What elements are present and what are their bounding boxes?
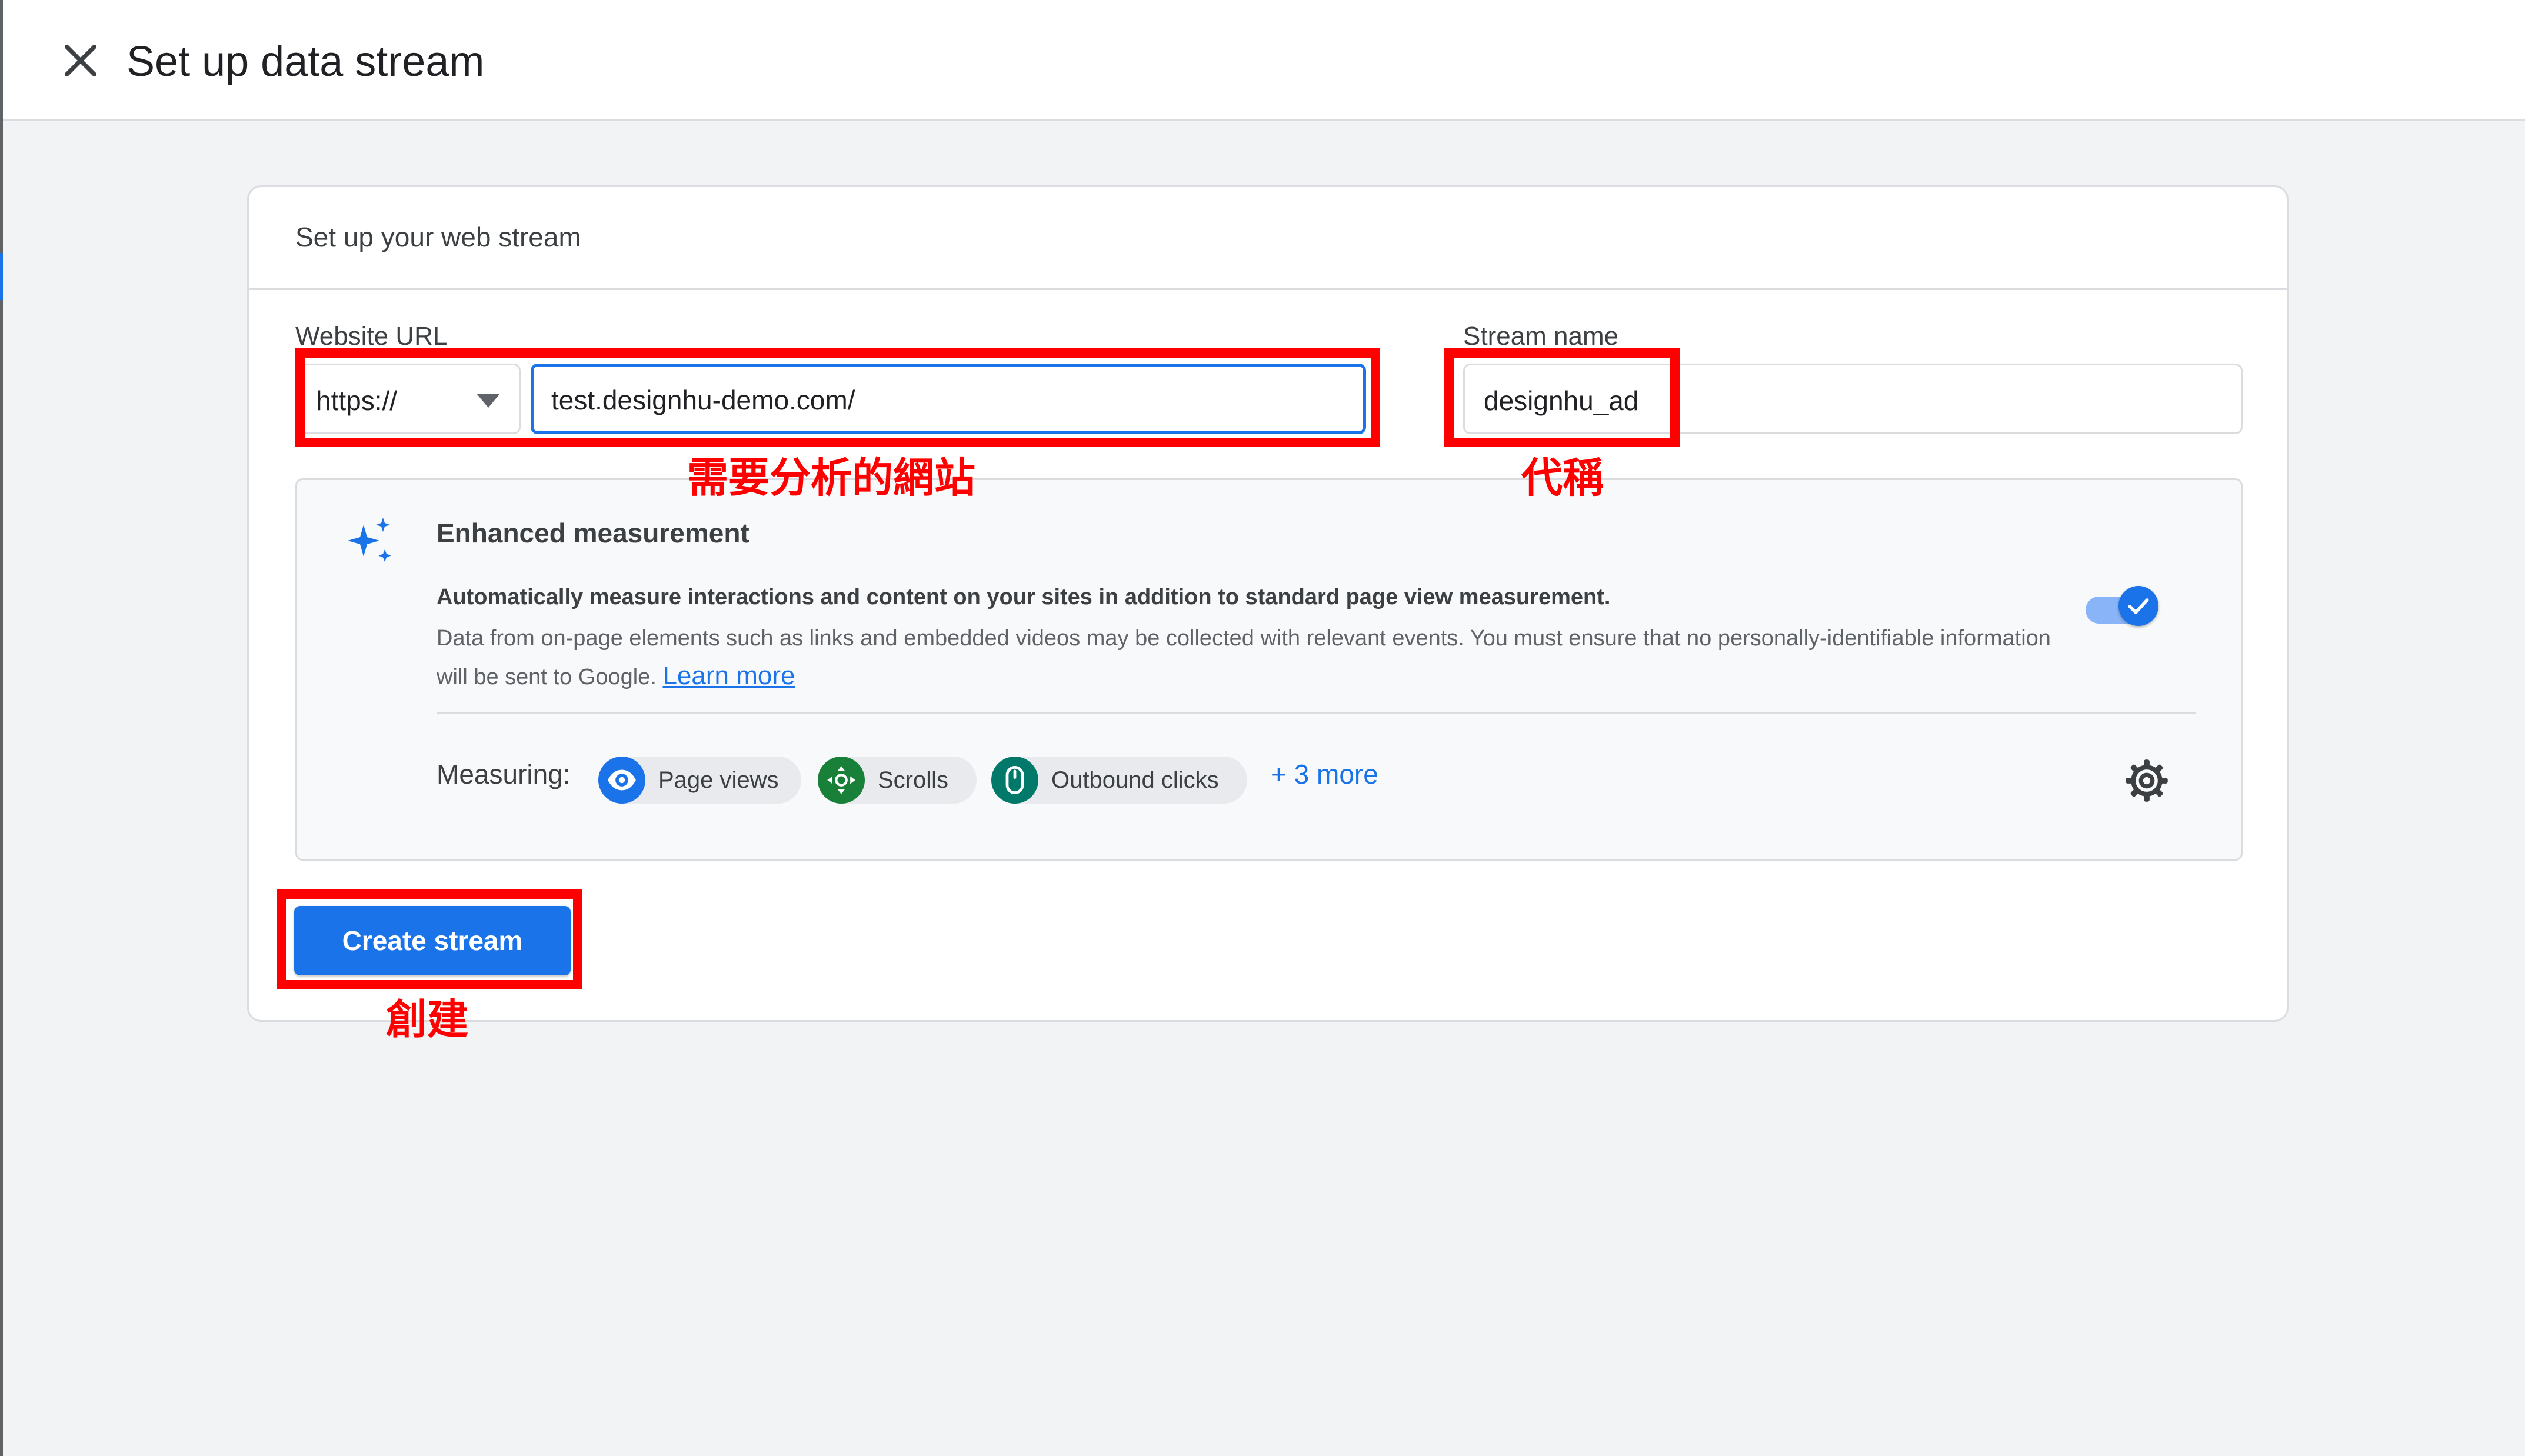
chip-page-views: Page views [598,757,801,804]
toggle-thumb [2118,586,2158,626]
chip-label: Scrolls [878,767,949,793]
enhanced-measurement-description: Data from on-page elements such as links… [437,619,2084,696]
enhanced-measurement-panel: Enhanced measurement Automatically measu… [295,478,2243,861]
annotation-create-note: 創建 [386,997,468,1042]
page-title: Set up data stream [126,38,485,85]
annotation-box-url [295,348,1380,447]
annotation-name-note: 代稱 [1521,455,1604,501]
measuring-label: Measuring: [437,759,571,789]
chip-label: Outbound clicks [1051,767,1219,793]
settings-button[interactable] [2124,758,2170,804]
gear-icon [2126,759,2168,802]
top-bar: Set up data stream [3,0,2525,121]
edge-marker [0,253,3,300]
learn-more-link[interactable]: Learn more [662,661,795,690]
chip-label: Page views [658,767,779,793]
chip-scrolls: Scrolls [818,757,977,804]
scroll-arrows-icon [818,757,865,804]
mouse-icon [991,757,1038,804]
close-icon [65,45,96,76]
sparkle-icon [344,514,397,567]
close-button[interactable] [57,37,104,84]
more-events-link[interactable]: + 3 more [1271,757,1378,792]
annotation-box-create [277,889,582,989]
card-header: Set up your web stream [249,187,2287,290]
window-left-edge [0,0,3,1456]
annotation-box-stream-name [1444,348,1680,447]
enhanced-measurement-lead: Automatically measure interactions and c… [437,585,1611,609]
enhanced-measurement-toggle[interactable] [2086,586,2159,633]
divider [437,712,2196,714]
annotation-url-note: 需要分析的網站 [687,455,975,501]
card-title: Set up your web stream [295,222,581,252]
chip-outbound-clicks: Outbound clicks [991,757,1247,804]
eye-icon [598,757,645,804]
enhanced-measurement-title: Enhanced measurement [437,518,749,548]
check-icon [2128,598,2149,614]
